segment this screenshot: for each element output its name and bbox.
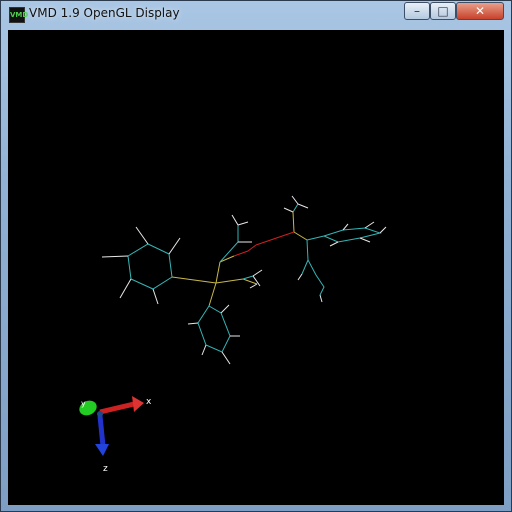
phosphorus-bonds — [171, 211, 308, 307]
vmd-window: VMD VMD 1.9 OpenGL Display – □ ✕ x y z — [0, 0, 512, 512]
x-axis-arrowhead — [132, 396, 144, 412]
vmd-app-icon: VMD — [9, 7, 28, 23]
hydrogens-lower-ring — [187, 304, 240, 365]
z-axis-label: z — [103, 464, 108, 474]
oxygen-bonds — [233, 231, 295, 257]
x-axis-label: x — [146, 397, 152, 407]
molecule-viewport[interactable]: x y z — [8, 30, 504, 505]
close-icon: ✕ — [474, 4, 486, 18]
title-bar[interactable]: VMD VMD 1.9 OpenGL Display – □ ✕ — [1, 1, 511, 29]
maximize-icon: □ — [437, 4, 449, 18]
minimize-icon: – — [414, 4, 420, 18]
x-axis-arrow — [99, 401, 135, 415]
z-axis-arrow — [97, 415, 106, 447]
z-axis-arrowhead — [95, 444, 109, 456]
y-axis-label: y — [81, 399, 86, 408]
hydrogens-center — [231, 195, 309, 289]
carbon-chain — [219, 203, 325, 280]
maximize-button[interactable]: □ — [430, 2, 456, 20]
minimize-button[interactable]: – — [404, 2, 430, 20]
hydrogens-right-ring — [297, 221, 387, 303]
phenyl-ring-left — [127, 243, 173, 290]
phenyl-ring-lower — [197, 305, 231, 353]
window-title: VMD 1.9 OpenGL Display — [29, 6, 180, 20]
opengl-display[interactable]: x y z — [8, 30, 504, 505]
close-button[interactable]: ✕ — [456, 2, 504, 20]
axes-origin — [97, 411, 103, 417]
axes-indicator: x y z — [79, 396, 152, 474]
hydrogens-left-ring — [101, 226, 181, 305]
